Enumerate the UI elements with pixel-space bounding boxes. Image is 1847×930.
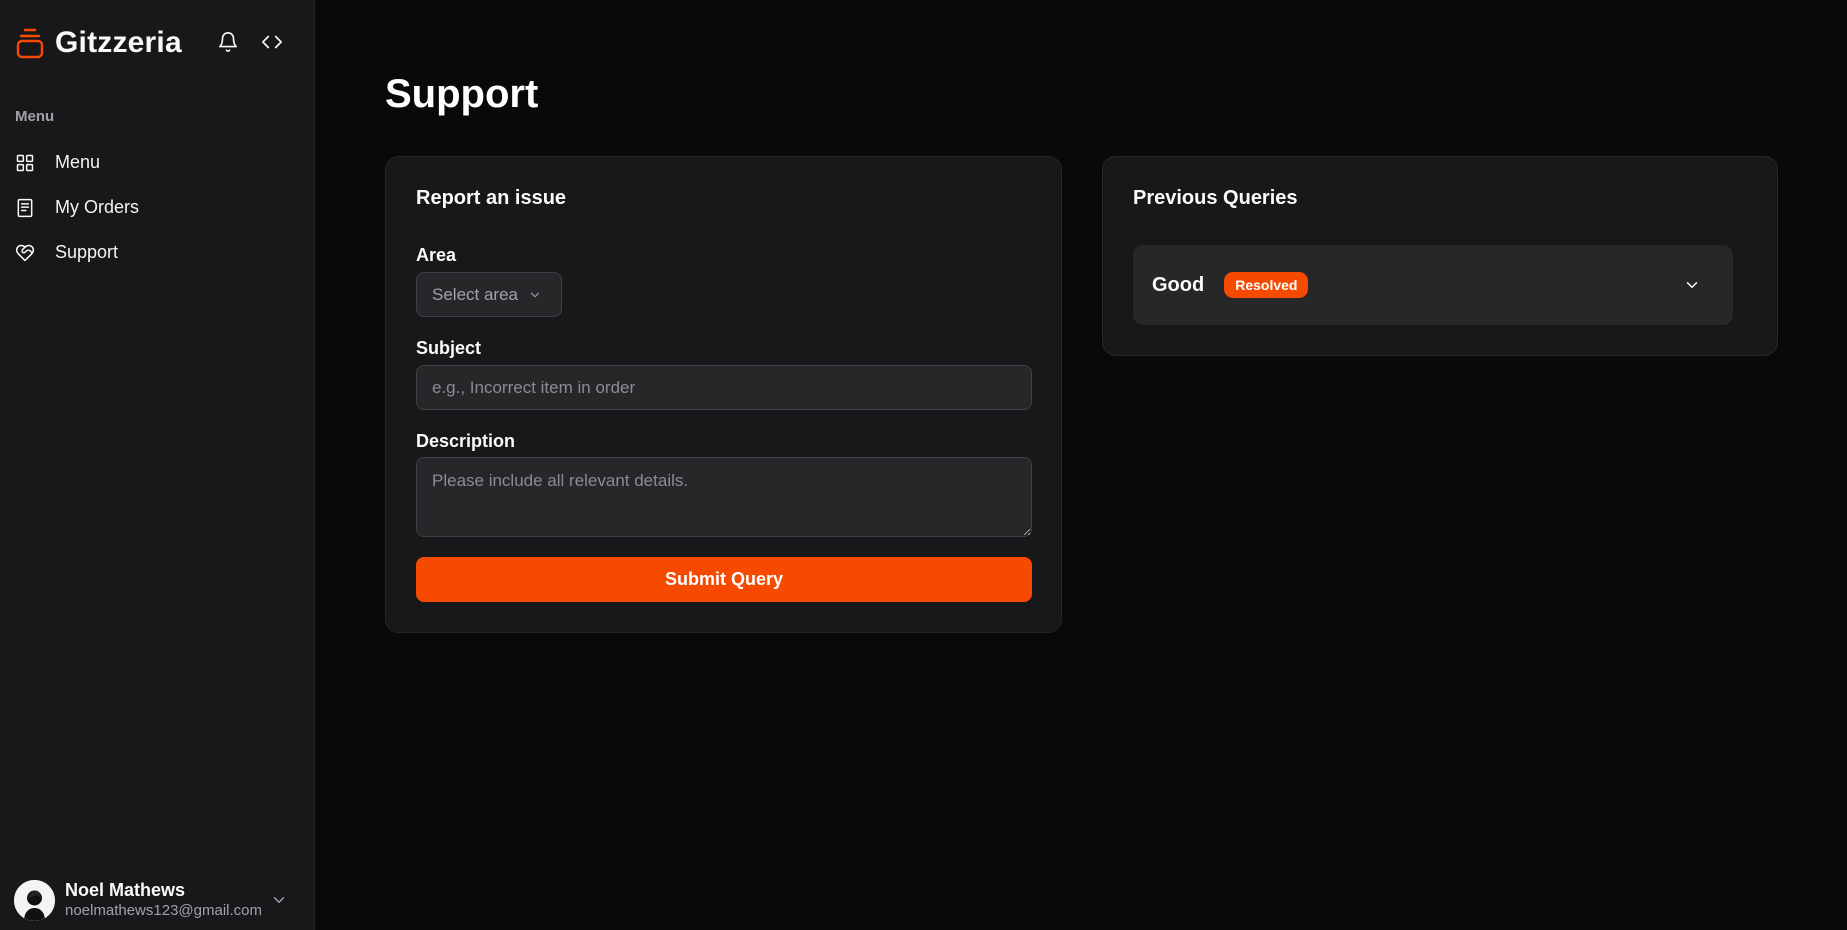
code-icon <box>262 35 282 49</box>
sidebar-item-menu[interactable]: Menu <box>0 140 314 185</box>
subject-input[interactable] <box>416 365 1032 410</box>
report-card-title: Report an issue <box>416 187 567 209</box>
heart-handshake-icon <box>15 244 35 261</box>
notifications-button[interactable] <box>214 28 242 56</box>
sidebar-item-label: My Orders <box>55 197 140 217</box>
sidebar-item-label: Menu <box>55 152 101 172</box>
grid-icon <box>16 154 34 171</box>
developer-button[interactable] <box>258 28 286 56</box>
submit-query-button[interactable]: Submit Query <box>416 557 1032 602</box>
subject-label: Subject <box>416 338 482 358</box>
sidebar-item-my-orders[interactable]: My Orders <box>0 185 314 230</box>
description-textarea[interactable] <box>416 457 1032 537</box>
sidebar: Gitzzeria Menu Menu My Orders Support No… <box>0 0 315 930</box>
area-select-value: Select area <box>432 284 518 304</box>
user-email: noelmathews123@gmail.com <box>65 901 262 919</box>
avatar-image <box>14 879 55 921</box>
brand[interactable]: Gitzzeria <box>16 26 182 60</box>
chevron-down-icon <box>530 292 540 297</box>
description-label: Description <box>416 431 516 451</box>
report-issue-card: Report an issue Area Select area Subject… <box>385 156 1062 633</box>
sidebar-item-label: Support <box>55 242 119 262</box>
status-badge: Resolved <box>1224 272 1309 298</box>
brand-name: Gitzzeria <box>55 26 182 59</box>
chevron-down-icon <box>273 897 285 903</box>
user-profile[interactable]: Noel Mathews noelmathews123@gmail.com <box>14 879 300 921</box>
area-label: Area <box>416 245 457 265</box>
page-title: Support <box>385 72 539 116</box>
area-select[interactable]: Select area <box>416 272 562 317</box>
query-item[interactable]: Good Resolved <box>1133 245 1733 325</box>
user-name: Noel Mathews <box>65 879 186 900</box>
bell-icon <box>218 32 238 52</box>
previous-queries-card: Previous Queries Good Resolved <box>1102 156 1778 356</box>
sidebar-nav: Menu My Orders Support <box>0 140 314 275</box>
previous-queries-title: Previous Queries <box>1133 187 1298 209</box>
chevron-down-icon[interactable] <box>1683 276 1701 294</box>
query-title: Good <box>1152 273 1205 296</box>
logo-icon <box>16 28 44 59</box>
receipt-icon <box>17 198 33 217</box>
sidebar-item-support[interactable]: Support <box>0 230 314 275</box>
avatar <box>14 879 55 921</box>
menu-heading: Menu <box>15 108 55 125</box>
